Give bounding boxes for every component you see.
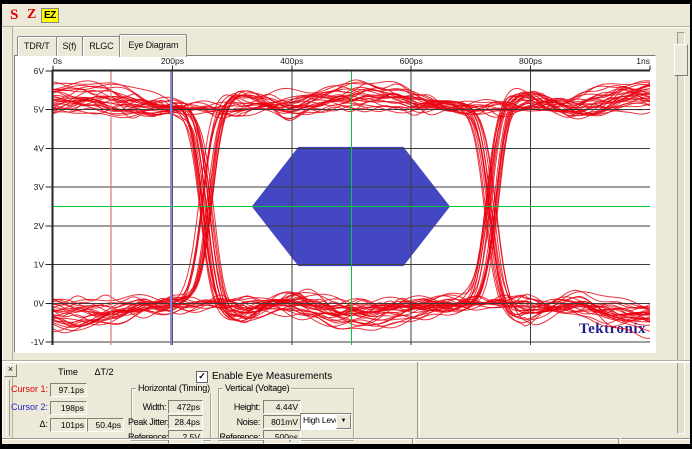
app-window: S Z EZ TDR/T S(f) RLGC Eye Diagram Tektr… bbox=[2, 4, 690, 444]
y-tick-label: -1V bbox=[31, 337, 45, 347]
cursor1-label: Cursor 1: bbox=[2, 384, 48, 394]
toolbar-button-ez[interactable]: EZ bbox=[41, 8, 59, 23]
panel-separator bbox=[2, 360, 690, 363]
status-bar-divider bbox=[618, 438, 620, 444]
cursor2-label: Cursor 2: bbox=[2, 402, 48, 412]
panel-close-button[interactable]: × bbox=[4, 364, 17, 377]
height-label: Height: bbox=[219, 402, 260, 412]
tab-bar: TDR/T S(f) RLGC Eye Diagram bbox=[17, 33, 186, 56]
x-tick-label: 600ps bbox=[400, 56, 423, 66]
y-tick-label: 5V bbox=[34, 105, 45, 115]
y-tick-label: 6V bbox=[34, 66, 45, 76]
x-tick-label: 1ns bbox=[636, 56, 650, 66]
noise-label: Noise: bbox=[219, 417, 260, 427]
height-value-field[interactable]: 4.44V bbox=[263, 400, 301, 414]
eye-diagram-plot: Tektronix0s200ps400ps600ps800ps1ns6V5V4V… bbox=[14, 55, 656, 353]
cursor2-value-field[interactable]: 198ps bbox=[50, 401, 87, 415]
peak-jitter-label: Peak Jitter: bbox=[128, 417, 166, 427]
x-tick-label: 800ps bbox=[519, 56, 542, 66]
right-slider-track[interactable] bbox=[677, 32, 685, 434]
dropdown-arrow-icon[interactable]: ▼ bbox=[336, 414, 351, 429]
x-tick-label: 0s bbox=[53, 56, 62, 66]
eye-diagram-svg: Tektronix0s200ps400ps600ps800ps1ns6V5V4V… bbox=[15, 56, 655, 352]
column-header-dt2: ΔT/2 bbox=[86, 367, 122, 377]
toolbar-button-s[interactable]: S bbox=[10, 7, 18, 24]
width-value-field[interactable]: 472ps bbox=[168, 400, 203, 414]
enable-eye-measurements-checkbox[interactable]: ✓ bbox=[196, 371, 208, 383]
width-label: Width: bbox=[128, 402, 166, 412]
x-tick-label: 400ps bbox=[280, 56, 303, 66]
status-bar bbox=[2, 438, 690, 445]
right-slider-thumb[interactable] bbox=[674, 44, 688, 76]
tab-rlgc[interactable]: RLGC bbox=[82, 36, 120, 56]
y-tick-label: 1V bbox=[34, 260, 45, 270]
noise-level-dropdown[interactable]: High Level ▼ bbox=[300, 413, 352, 430]
y-tick-label: 4V bbox=[34, 143, 45, 153]
y-tick-label: 3V bbox=[34, 182, 45, 192]
delta-label: Δ: bbox=[2, 419, 48, 429]
tab-eye-diagram[interactable]: Eye Diagram bbox=[119, 34, 187, 57]
enable-eye-measurements-label: Enable Eye Measurements bbox=[212, 371, 332, 382]
toolbar: S Z EZ bbox=[2, 4, 690, 27]
tab-s-f[interactable]: S(f) bbox=[56, 36, 84, 56]
status-bar-divider bbox=[412, 438, 414, 444]
vertical-voltage-title: Vertical (Voltage) bbox=[223, 383, 291, 393]
column-header-time: Time bbox=[50, 367, 86, 377]
delta-dt2-field[interactable]: 50.4ps bbox=[87, 418, 124, 432]
y-tick-label: 0V bbox=[34, 298, 45, 308]
panel-vertical-divider bbox=[417, 362, 419, 438]
horizontal-timing-title: Horizontal (Timing) bbox=[136, 383, 212, 393]
horizontal-timing-groupbox: Horizontal (Timing) Width: 472ps Peak Ji… bbox=[131, 388, 211, 441]
peak-jitter-value-field[interactable]: 28.4ps bbox=[168, 415, 203, 429]
cursor1-value-field[interactable]: 97.1ps bbox=[50, 383, 87, 397]
tab-tdr-t[interactable]: TDR/T bbox=[17, 36, 57, 56]
y-tick-label: 2V bbox=[34, 221, 45, 231]
noise-value-field[interactable]: 801mV bbox=[263, 415, 301, 429]
toolbar-button-z[interactable]: Z bbox=[27, 7, 36, 23]
delta-time-field[interactable]: 101ps bbox=[50, 418, 87, 432]
x-tick-label: 200ps bbox=[161, 56, 184, 66]
